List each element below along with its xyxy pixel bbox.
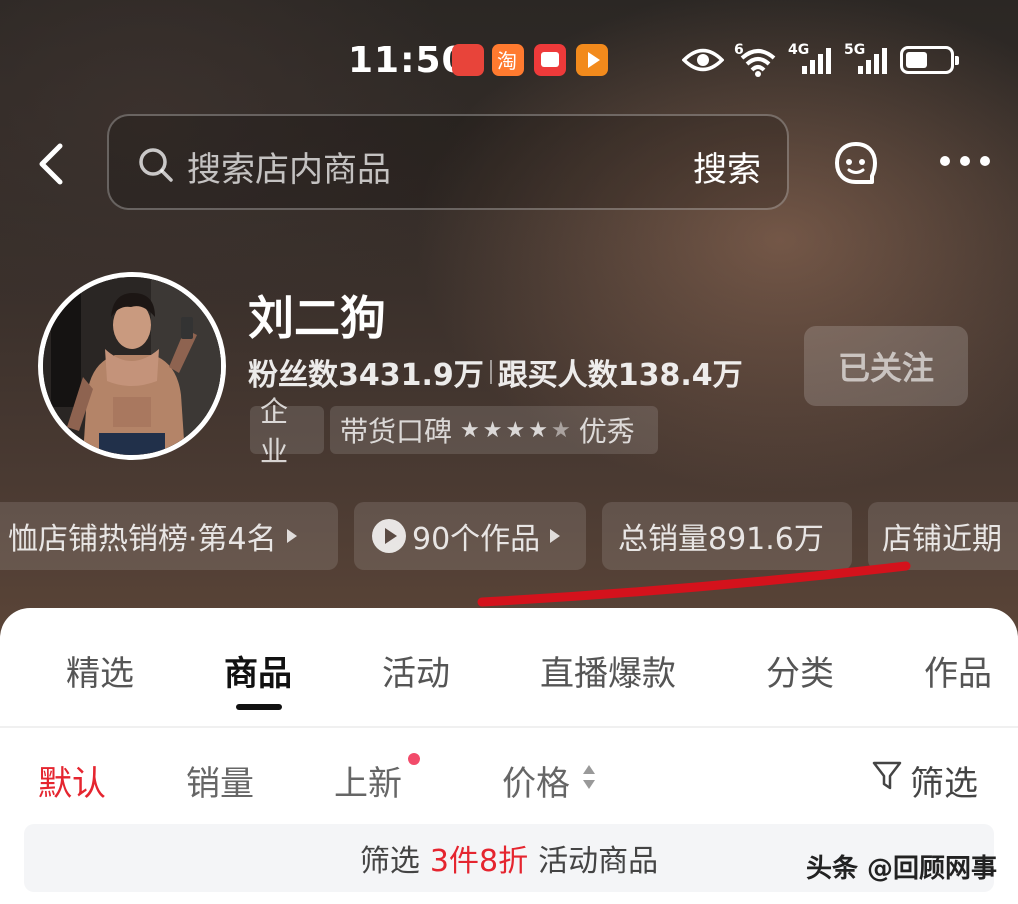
- tab-works[interactable]: 作品: [924, 646, 992, 695]
- promo-suffix: 活动商品: [538, 844, 659, 879]
- promo-prefix: 筛选: [359, 844, 420, 879]
- tab-activities[interactable]: 活动: [382, 646, 450, 695]
- tab-products[interactable]: 商品: [224, 646, 292, 695]
- tabs-divider: [0, 726, 1018, 728]
- watermark: 头条 @回顾网事: [806, 854, 998, 884]
- sort-new[interactable]: 上新: [334, 756, 402, 805]
- sort-default[interactable]: 默认: [38, 756, 106, 805]
- sort-arrows-icon: [583, 765, 595, 789]
- tab-categories[interactable]: 分类: [766, 646, 834, 695]
- new-badge-dot: [408, 753, 420, 765]
- filter-button[interactable]: 筛选: [910, 756, 978, 805]
- tab-featured[interactable]: 精选: [66, 646, 134, 695]
- sort-price[interactable]: 价格: [502, 756, 570, 805]
- active-tab-indicator: [236, 704, 282, 710]
- sort-sales[interactable]: 销量: [186, 756, 254, 805]
- promo-highlight: 3件8折: [429, 844, 529, 879]
- red-underline-annotation: [477, 561, 911, 607]
- tab-live-hits[interactable]: 直播爆款: [540, 646, 676, 695]
- filter-icon[interactable]: [872, 760, 902, 792]
